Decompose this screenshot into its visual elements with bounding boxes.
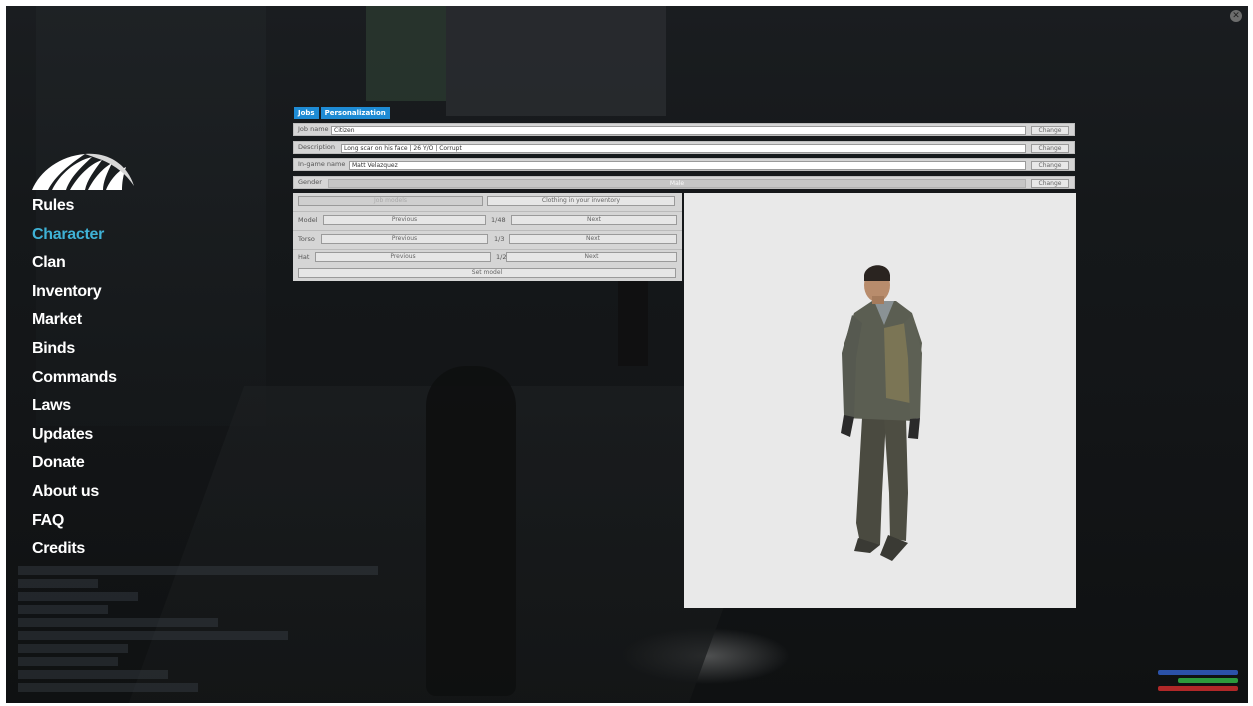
- menu-item-clan[interactable]: Clan: [32, 251, 117, 280]
- menu-item-updates[interactable]: Updates: [32, 423, 117, 452]
- description-row: Description Long scar on his face | 26 Y…: [293, 141, 1075, 154]
- model-previous-button[interactable]: Previous: [323, 215, 486, 225]
- model-row: Model Previous 1/48 Next: [293, 212, 682, 228]
- tab-personalization[interactable]: Personalization: [320, 107, 390, 119]
- model-source-row: Job models Clothing in your inventory: [293, 193, 682, 209]
- chat-line: [18, 683, 198, 692]
- torso-row: Torso Previous 1/3 Next: [293, 231, 682, 247]
- torso-counter: 1/3: [494, 235, 505, 243]
- character-model-preview: [841, 265, 922, 561]
- chat-line: [18, 605, 108, 614]
- menu-item-laws[interactable]: Laws: [32, 394, 117, 423]
- model-counter: 1/48: [491, 216, 506, 224]
- chat-line: [18, 618, 218, 627]
- job-name-label: Job name: [298, 125, 329, 133]
- ingame-name-input[interactable]: Matt Velazquez: [349, 160, 1026, 170]
- menu-item-credits[interactable]: Credits: [32, 537, 117, 566]
- description-label: Description: [298, 143, 336, 151]
- game-screen: ✕ Rules Character Clan Inventory Market …: [6, 6, 1248, 703]
- gender-label: Gender: [298, 178, 322, 186]
- chat-log: [18, 566, 378, 696]
- menu-item-rules[interactable]: Rules: [32, 194, 117, 223]
- hat-previous-button[interactable]: Previous: [315, 252, 491, 262]
- torso-previous-button[interactable]: Previous: [321, 234, 488, 244]
- menu-item-faq[interactable]: FAQ: [32, 509, 117, 538]
- menu-item-about-us[interactable]: About us: [32, 480, 117, 509]
- job-name-row: Job name Citizen Change: [293, 123, 1075, 136]
- set-model-button[interactable]: Set model: [298, 268, 676, 278]
- torso-next-button[interactable]: Next: [509, 234, 677, 244]
- gender-select[interactable]: Male: [328, 178, 1026, 188]
- status-hud: [1158, 670, 1238, 694]
- chat-line: [18, 670, 168, 679]
- model-next-button[interactable]: Next: [511, 215, 677, 225]
- chat-line: [18, 657, 118, 666]
- set-model-row: Set model: [293, 265, 682, 281]
- ingame-name-change-button[interactable]: Change: [1031, 160, 1069, 170]
- hat-next-button[interactable]: Next: [506, 252, 677, 262]
- ingame-name-row: In-game name Matt Velazquez Change: [293, 158, 1075, 171]
- hud-bar-green: [1178, 678, 1238, 683]
- model-selection-panel: Job models Clothing in your inventory Mo…: [293, 193, 682, 281]
- menu-item-inventory[interactable]: Inventory: [32, 280, 117, 309]
- job-name-input[interactable]: Citizen: [331, 125, 1026, 135]
- clothing-inventory-button[interactable]: Clothing in your inventory: [487, 196, 675, 206]
- job-name-change-button[interactable]: Change: [1031, 125, 1069, 135]
- bg-sky: [446, 6, 666, 116]
- gender-change-button[interactable]: Change: [1031, 178, 1069, 188]
- description-change-button[interactable]: Change: [1031, 143, 1069, 153]
- bg-walking-figure: [426, 366, 516, 696]
- wing-logo: [32, 153, 134, 190]
- menu-item-market[interactable]: Market: [32, 308, 117, 337]
- model-label: Model: [298, 216, 318, 224]
- tab-bar: Jobs Personalization: [294, 107, 390, 119]
- menu-item-character[interactable]: Character: [32, 223, 117, 252]
- chat-line: [18, 566, 378, 575]
- bg-building-center: [366, 6, 446, 101]
- hud-bar-blue: [1158, 670, 1238, 675]
- menu-item-binds[interactable]: Binds: [32, 337, 117, 366]
- menu-item-commands[interactable]: Commands: [32, 366, 117, 395]
- hat-row: Hat Previous 1/2 Next: [293, 249, 682, 265]
- menu-item-donate[interactable]: Donate: [32, 451, 117, 480]
- gender-row: Gender Male Change: [293, 176, 1075, 189]
- description-input[interactable]: Long scar on his face | 26 Y/O | Corrupt: [341, 143, 1026, 153]
- chat-line: [18, 631, 288, 640]
- close-icon[interactable]: ✕: [1230, 10, 1242, 22]
- main-menu: Rules Character Clan Inventory Market Bi…: [32, 194, 117, 566]
- bg-pillar: [618, 266, 648, 366]
- hud-bar-red: [1158, 686, 1238, 691]
- chat-line: [18, 579, 98, 588]
- tab-jobs[interactable]: Jobs: [294, 107, 319, 119]
- hat-counter: 1/2: [496, 253, 507, 261]
- chat-line: [18, 644, 128, 653]
- chat-line: [18, 592, 138, 601]
- character-preview-panel: [684, 193, 1076, 608]
- job-models-button[interactable]: Job models: [298, 196, 483, 206]
- ingame-name-label: In-game name: [298, 160, 346, 168]
- torso-label: Torso: [298, 235, 315, 243]
- hat-label: Hat: [298, 253, 310, 261]
